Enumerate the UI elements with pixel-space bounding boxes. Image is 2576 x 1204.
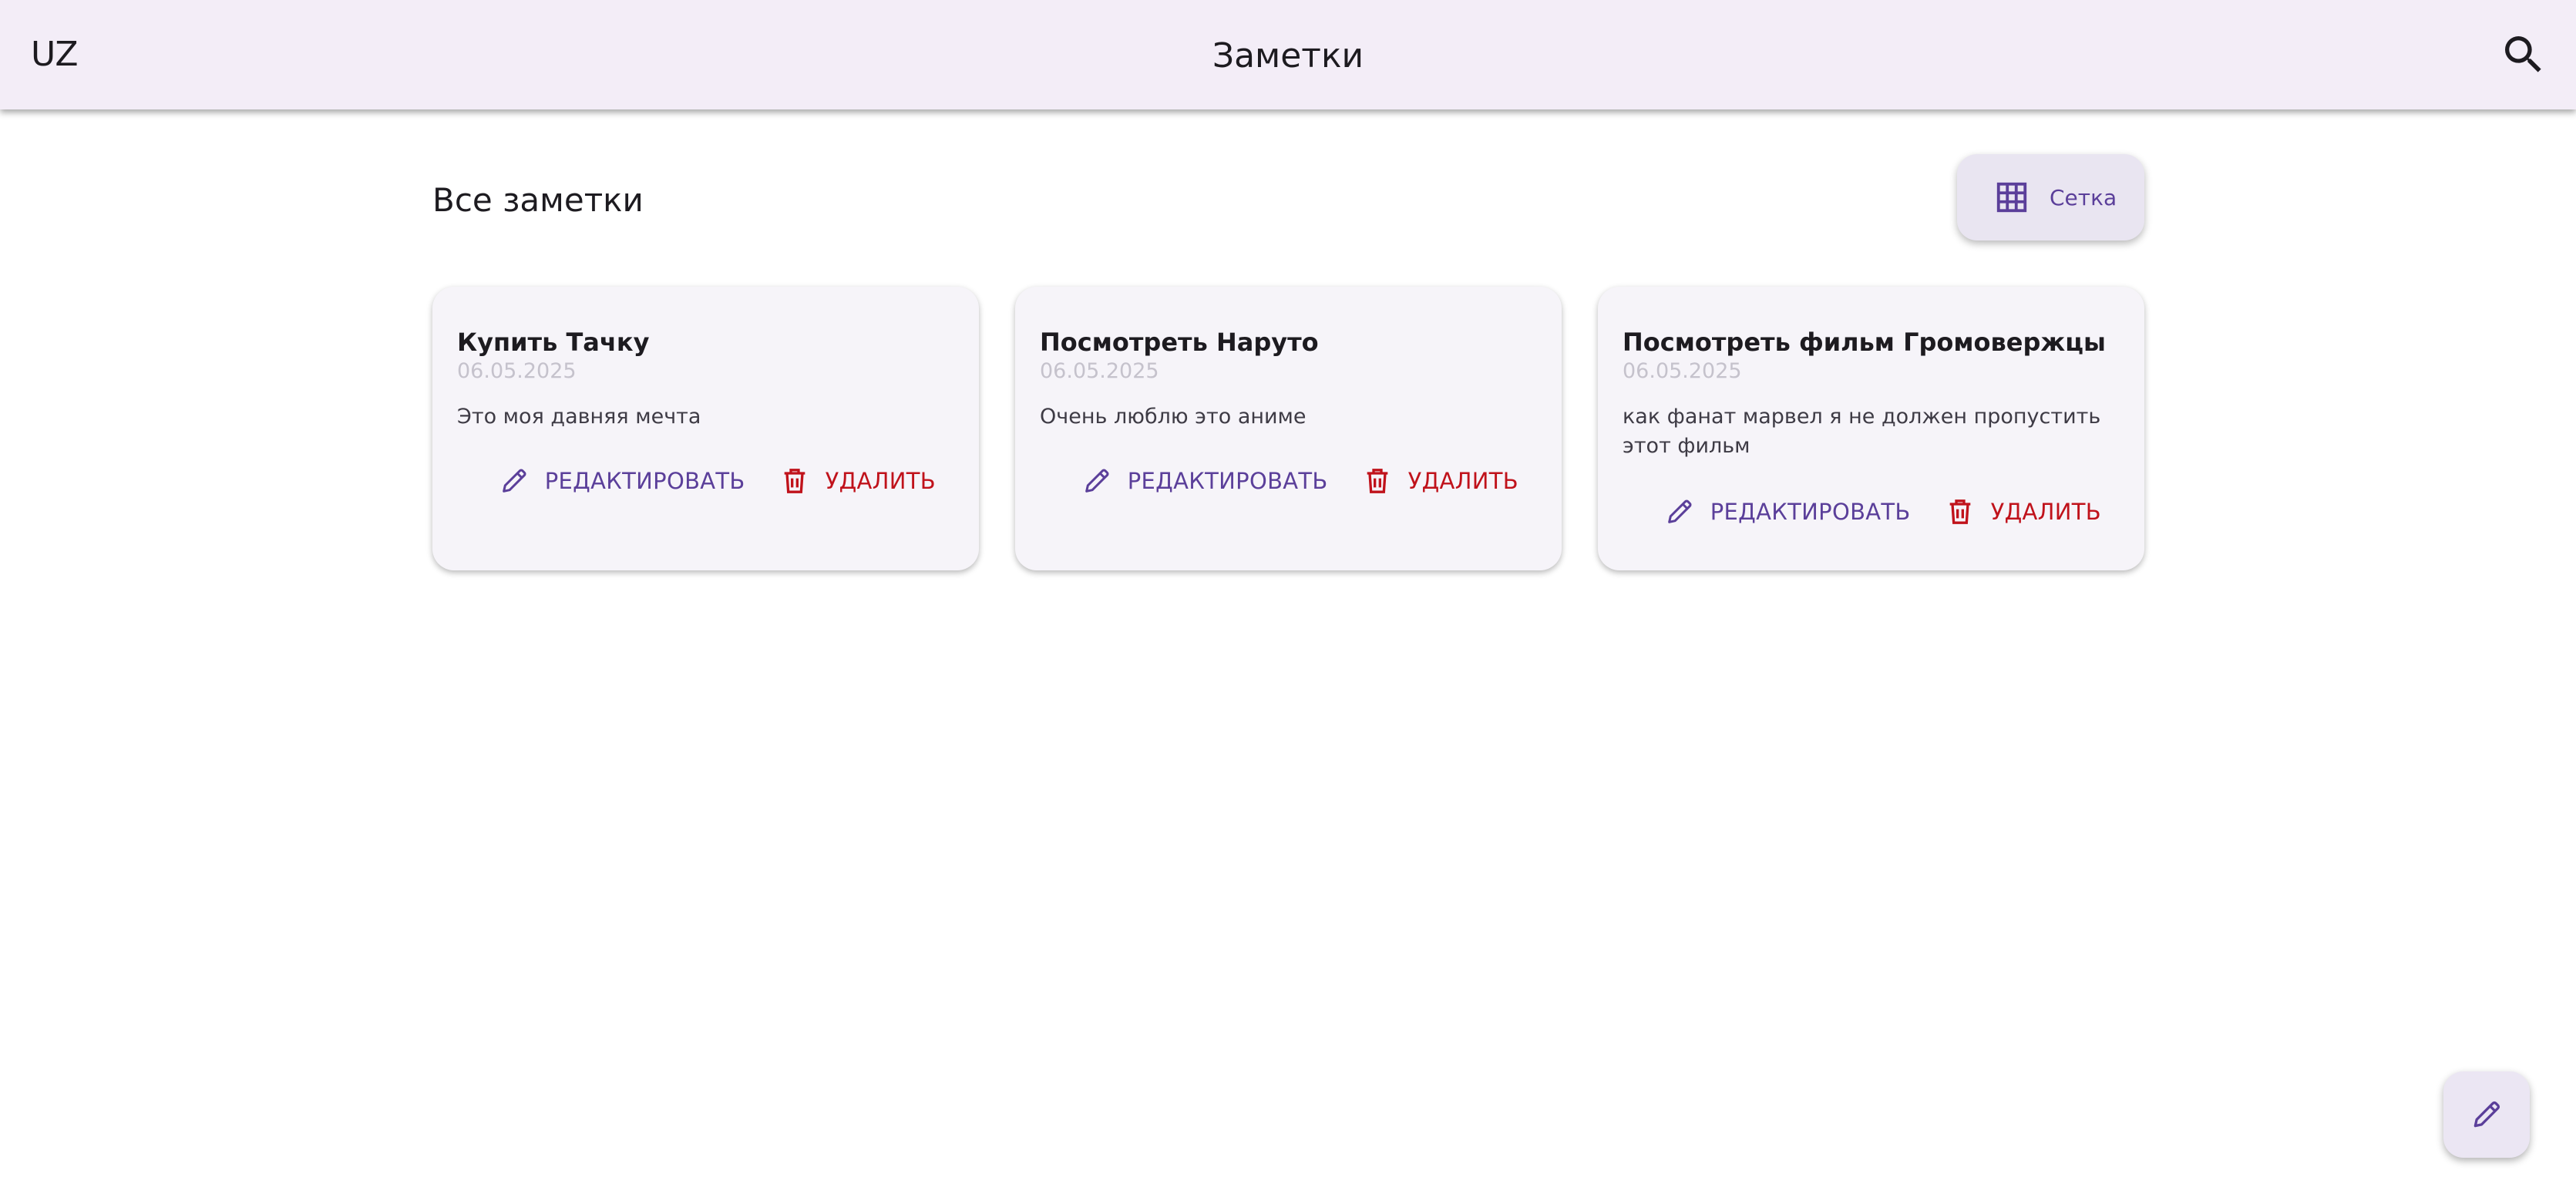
grid-view-toggle-button[interactable]: Сетка [1957, 154, 2144, 240]
search-icon [2505, 36, 2541, 72]
grid-icon [1996, 182, 2027, 213]
note-actions: РЕДАКТИРОВАТЬ УДАЛИТЬ [499, 466, 936, 496]
edit-button[interactable]: РЕДАКТИРОВАТЬ [1081, 466, 1328, 496]
note-card[interactable]: Купить Тачку 06.05.2025 Это моя давняя м… [432, 287, 979, 570]
pencil-icon [1085, 469, 1109, 493]
delete-button-label: УДАЛИТЬ [1407, 468, 1518, 494]
note-card[interactable]: Посмотреть Наруто 06.05.2025 Очень люблю… [1015, 287, 1562, 570]
grid-view-toggle-label: Сетка [2050, 184, 2117, 210]
note-actions: РЕДАКТИРОВАТЬ УДАЛИТЬ [1081, 466, 1518, 496]
delete-button[interactable]: УДАЛИТЬ [1945, 496, 2101, 527]
pencil-icon [1667, 499, 1692, 523]
new-note-fab[interactable] [2443, 1071, 2530, 1158]
section-title: Все заметки [432, 181, 644, 219]
pencil-icon [2473, 1101, 2500, 1128]
page-title: Заметки [1212, 36, 1364, 76]
note-body: Очень люблю это аниме [1040, 405, 1306, 429]
note-body: Это моя давняя мечта [457, 405, 701, 429]
edit-button-label: РЕДАКТИРОВАТЬ [1127, 468, 1328, 494]
trash-icon [1949, 499, 1970, 524]
search-button[interactable] [2493, 24, 2554, 86]
note-title: Посмотреть фильм Громовержцы [1623, 328, 2106, 357]
edit-button[interactable]: РЕДАКТИРОВАТЬ [1664, 496, 1911, 527]
note-body: как фанат марвел я не должен пропустить … [1623, 405, 2101, 458]
pencil-icon [502, 469, 526, 493]
edit-button-label: РЕДАКТИРОВАТЬ [544, 468, 745, 494]
delete-button-label: УДАЛИТЬ [1990, 499, 2101, 525]
note-actions: РЕДАКТИРОВАТЬ УДАЛИТЬ [1664, 496, 2101, 527]
note-title: Посмотреть Наруто [1040, 328, 1319, 357]
trash-icon [1367, 469, 1387, 493]
note-date: 06.05.2025 [457, 359, 577, 383]
note-title: Купить Тачку [457, 328, 650, 357]
note-date: 06.05.2025 [1623, 359, 1742, 383]
trash-icon [784, 469, 805, 493]
note-card[interactable]: Посмотреть фильм Громовержцы 06.05.2025 … [1598, 287, 2144, 570]
delete-button-label: УДАЛИТЬ [825, 468, 936, 494]
top-app-bar: UZ Заметки [0, 0, 2576, 109]
note-date: 06.05.2025 [1040, 359, 1159, 383]
edit-button[interactable]: РЕДАКТИРОВАТЬ [499, 466, 745, 496]
delete-button[interactable]: УДАЛИТЬ [779, 466, 936, 496]
delete-button[interactable]: УДАЛИТЬ [1362, 466, 1518, 496]
edit-button-label: РЕДАКТИРОВАТЬ [1710, 499, 1911, 525]
